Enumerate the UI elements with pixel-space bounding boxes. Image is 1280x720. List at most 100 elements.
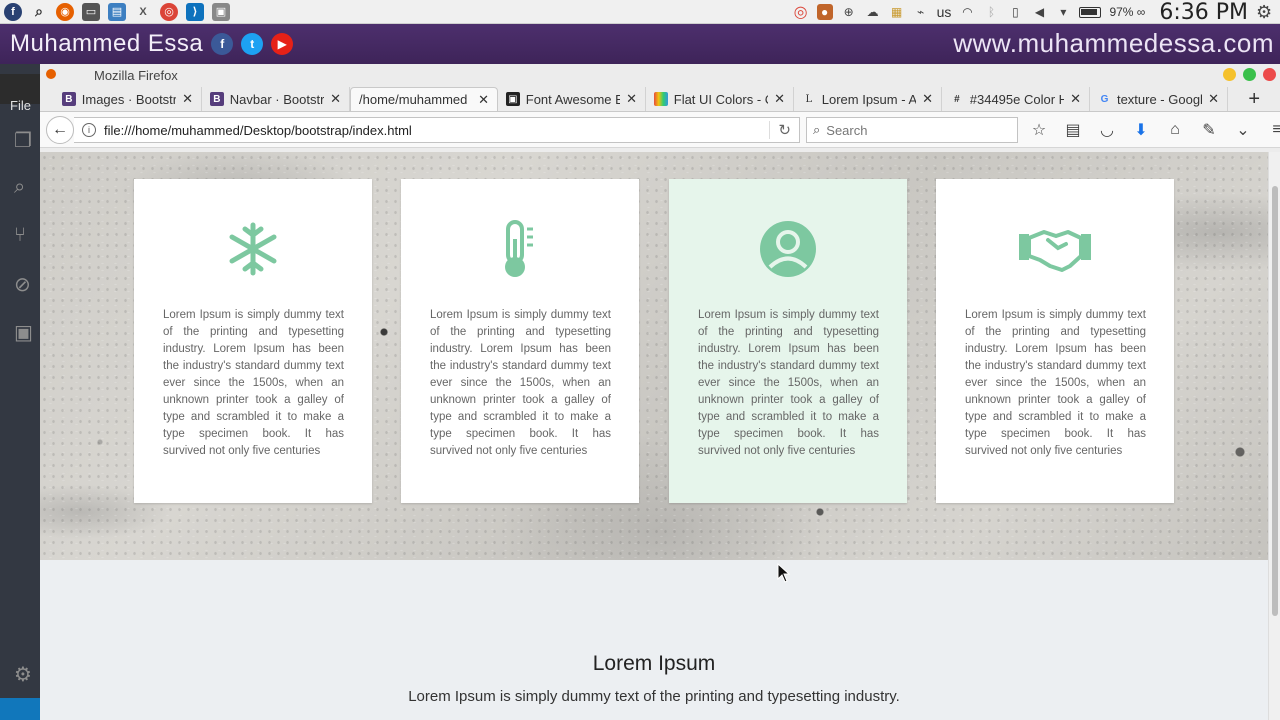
tab-strip: B Images · Bootstr ✕ B Navbar · Bootstr … (40, 86, 1280, 112)
image-viewer-icon[interactable]: ▣ (212, 2, 230, 21)
tab-color-hex[interactable]: # #34495e Color H ✕ (942, 87, 1090, 111)
chevron-down-icon[interactable]: ⌄ (1234, 120, 1252, 140)
gear-icon[interactable]: ⚙ (14, 662, 36, 686)
chrome-icon[interactable]: ◎ (160, 2, 178, 21)
navigation-toolbar: ← i file:///home/muhammed/Desktop/bootst… (40, 112, 1280, 148)
tab-images-bootstrap[interactable]: B Images · Bootstr ✕ (54, 87, 202, 111)
close-tab-icon[interactable]: ✕ (478, 92, 489, 108)
concrete-texture-section: Lorem Ipsum is simply dummy text of the … (40, 152, 1268, 560)
tab-navbar-bootstrap[interactable]: B Navbar · Bootstr ✕ (202, 87, 350, 111)
download-icon[interactable]: ⬇ (1132, 120, 1150, 140)
keyboard-layout[interactable]: us (937, 4, 952, 20)
debug-icon[interactable]: ⊘ (14, 272, 36, 296)
close-tab-icon[interactable]: ✕ (922, 91, 933, 107)
card-text: Lorem Ipsum is simply dummy text of the … (430, 309, 611, 457)
maximize-button[interactable] (1243, 68, 1256, 81)
card-text: Lorem Ipsum is simply dummy text of the … (965, 309, 1146, 457)
google-icon: G (1100, 93, 1109, 105)
extension-icon[interactable]: ✎ (1200, 120, 1218, 140)
home-icon[interactable]: ⌂ (1166, 121, 1184, 139)
fedora-icon[interactable]: f (4, 2, 22, 21)
back-button[interactable]: ← (46, 115, 74, 144)
tab-label: texture - Google (1116, 91, 1203, 107)
hamburger-menu-icon[interactable]: ≡ (1268, 121, 1280, 139)
search-icon: ⌕ (813, 122, 821, 137)
search-icon[interactable]: ⌕ (14, 176, 36, 198)
vscode-icon[interactable]: ⟩ (186, 2, 204, 21)
banner-name: Muhammed Essa (10, 30, 204, 57)
reader-view-icon[interactable]: ▤ (1064, 120, 1082, 140)
site-info-icon[interactable]: i (82, 123, 96, 137)
wifi-icon[interactable]: ◠ (959, 4, 975, 20)
power-menu-icon[interactable]: ⚙ (1256, 2, 1272, 22)
clipboard-icon[interactable]: ▯ (1007, 4, 1023, 20)
x-app-icon[interactable]: X (134, 3, 152, 21)
url-text[interactable]: file:///home/muhammed/Desktop/bootstrap/… (104, 123, 412, 138)
new-tab-button[interactable]: + (1248, 88, 1260, 111)
tab-local-file[interactable]: /home/muhammed ✕ (350, 87, 498, 111)
thermometer-icon (401, 217, 639, 281)
reload-icon[interactable]: ↻ (769, 121, 791, 139)
vscode-file-menu[interactable]: File (10, 98, 31, 113)
tab-google-texture[interactable]: G texture - Google ✕ (1090, 87, 1228, 111)
usb-tray-icon[interactable]: ⌁ (913, 4, 929, 20)
chrome-tray-icon[interactable]: ◎ (793, 4, 809, 21)
system-panel: f ⌕ ◉ ▭ ▤ X ◎ ⟩ ▣ ◎ ● ⊕ ☁ ▦ ⌁ us ◠ ᛒ ▯ ◀… (0, 0, 1280, 25)
extensions-icon[interactable]: ▣ (14, 320, 36, 344)
facebook-icon: f (211, 33, 234, 55)
package-tray-icon[interactable]: ▦ (889, 4, 905, 20)
tab-flat-ui-colors[interactable]: ■ Flat UI Colors - C ✕ (646, 87, 794, 111)
screen-recorder-icon[interactable]: ▭ (82, 2, 100, 21)
color-hex-icon: # (954, 93, 960, 105)
close-tab-icon[interactable]: ✕ (1070, 91, 1081, 107)
font-awesome-icon: ▣ (506, 92, 520, 106)
url-bar[interactable]: i file:///home/muhammed/Desktop/bootstra… (74, 117, 800, 143)
close-tab-icon[interactable]: ✕ (1208, 91, 1219, 107)
update-tray-icon[interactable]: ⊕ (841, 4, 857, 20)
scrollbar-thumb[interactable] (1272, 186, 1278, 616)
tab-label: Font Awesome E (525, 91, 621, 107)
cloud-tray-icon[interactable]: ☁ (865, 4, 881, 20)
user-circle-icon (669, 217, 907, 281)
chevron-down-icon[interactable]: ▾ (1055, 4, 1071, 20)
close-tab-icon[interactable]: ✕ (330, 91, 341, 107)
tab-lorem-ipsum[interactable]: L Lorem Ipsum - A ✕ (794, 87, 942, 111)
files-icon[interactable]: ▤ (108, 2, 126, 21)
flat-ui-icon: ■ (654, 92, 668, 106)
search-bar[interactable]: ⌕ Search (806, 117, 1018, 143)
search-placeholder[interactable]: Search (826, 123, 867, 138)
firefox-logo-icon (46, 69, 56, 79)
feature-card: Lorem Ipsum is simply dummy text of the … (401, 179, 639, 503)
screen: f ⌕ ◉ ▭ ▤ X ◎ ⟩ ▣ ◎ ● ⊕ ☁ ▦ ⌁ us ◠ ᛒ ▯ ◀… (0, 0, 1280, 720)
vscode-statusbar (0, 698, 40, 720)
firefox-icon[interactable]: ◉ (56, 2, 74, 21)
section-title: Lorem Ipsum (592, 652, 716, 675)
source-control-icon[interactable]: ⑂ (14, 224, 36, 246)
tab-font-awesome[interactable]: ▣ Font Awesome E ✕ (498, 87, 646, 111)
volume-icon[interactable]: ◀ (1031, 4, 1047, 20)
launcher-bar: f ⌕ ◉ ▭ ▤ X ◎ ⟩ ▣ (0, 2, 230, 21)
card-text: Lorem Ipsum is simply dummy text of the … (163, 309, 344, 457)
tab-label: Navbar · Bootstr (229, 91, 325, 107)
toolbar-icons: ☆ ▤ ◡ ⬇ ⌂ ✎ ⌄ ≡ (1030, 120, 1280, 140)
close-tab-icon[interactable]: ✕ (626, 91, 637, 107)
twitter-icon: t (241, 33, 264, 55)
minimize-button[interactable] (1223, 68, 1236, 81)
tab-label: /home/muhammed (359, 92, 468, 107)
bluetooth-icon[interactable]: ᛒ (983, 4, 999, 20)
app-tray-icon[interactable]: ● (816, 4, 833, 20)
page-scrollbar[interactable] (1268, 152, 1280, 720)
clock[interactable]: 6:36 PM (1159, 0, 1248, 25)
pocket-icon[interactable]: ◡ (1098, 120, 1116, 140)
explorer-icon[interactable]: ❐ (14, 128, 36, 152)
close-tab-icon[interactable]: ✕ (182, 91, 193, 107)
banner-url: www.muhammedessa.com (953, 28, 1274, 58)
close-button[interactable] (1263, 68, 1276, 81)
search-icon[interactable]: ⌕ (30, 3, 48, 21)
battery-icon[interactable] (1079, 6, 1102, 18)
battery-level: 97% ∞ (1109, 5, 1146, 19)
close-tab-icon[interactable]: ✕ (774, 91, 785, 107)
bookmark-star-icon[interactable]: ☆ (1030, 120, 1048, 140)
tab-label: Lorem Ipsum - A (821, 91, 917, 107)
window-controls (1223, 68, 1276, 81)
